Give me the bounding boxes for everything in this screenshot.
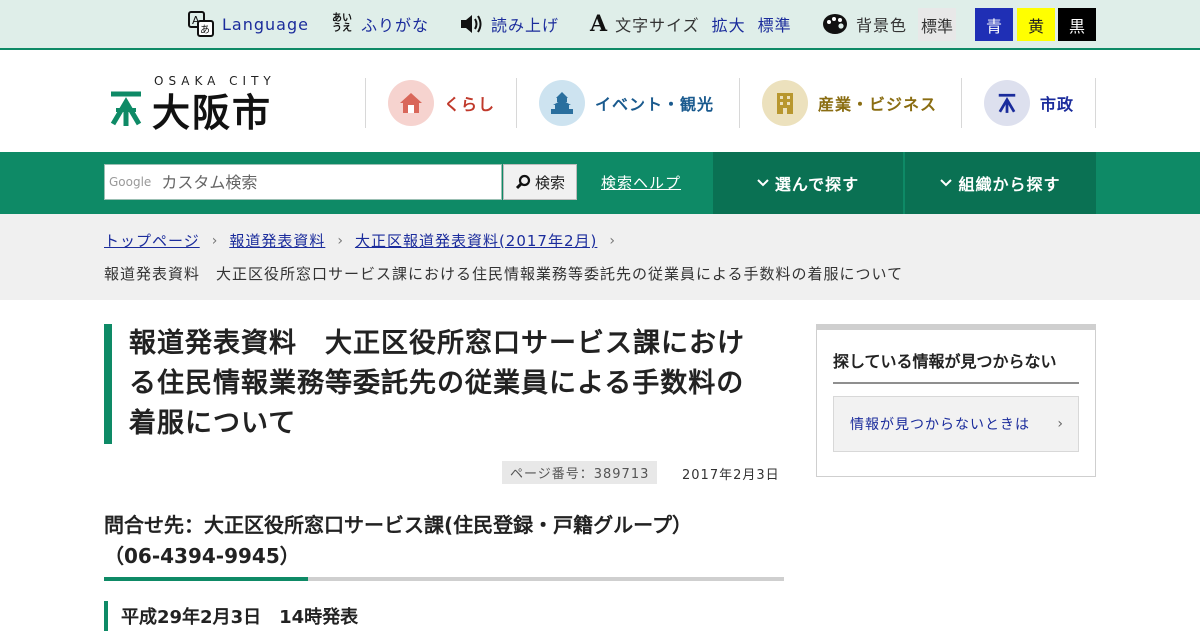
language-label: Language bbox=[222, 14, 309, 34]
breadcrumb-item-top[interactable]: トップページ bbox=[104, 230, 200, 251]
utility-bar: A あ Language あい うえ ふりがな 読み上げ A 文字サイズ 拡大 … bbox=[0, 0, 1200, 50]
read-aloud-label: 読み上げ bbox=[491, 16, 560, 35]
search-button-label: 検索 bbox=[534, 173, 565, 192]
not-found-sidebar: 探している情報が見つからない 情報が見つからないときは › bbox=[816, 324, 1096, 477]
chevron-right-icon: › bbox=[211, 232, 218, 249]
publish-date: 2017年2月3日 bbox=[682, 468, 780, 483]
nav-city-government[interactable]: 市政 bbox=[984, 78, 1074, 128]
google-label: Google bbox=[109, 175, 152, 189]
nav-kurashi[interactable]: くらし bbox=[388, 78, 495, 128]
city-emblem-icon bbox=[984, 80, 1030, 126]
nav-divider bbox=[961, 78, 962, 128]
nav-divider bbox=[1095, 78, 1096, 128]
osaka-city-emblem-icon bbox=[108, 88, 144, 132]
palette-icon bbox=[822, 13, 848, 35]
chevron-right-icon: › bbox=[609, 232, 615, 249]
breadcrumb-item-press[interactable]: 報道発表資料 bbox=[229, 230, 325, 251]
contact-heading: 問合せ先：大正区役所窓口サービス課(住民登録・戸籍グループ） （06-4394-… bbox=[104, 510, 784, 572]
background-color-control: 背景色 bbox=[822, 0, 907, 48]
castle-icon bbox=[539, 80, 585, 126]
breadcrumb-item-taisho-press[interactable]: 大正区報道発表資料(2017年2月) bbox=[355, 230, 597, 251]
page-title: 報道発表資料 大正区役所窓口サービス課におけ る住民情報業務等委託先の従業員によ… bbox=[129, 324, 784, 444]
site-logo[interactable]: OSAKA CITY 大阪市 bbox=[106, 74, 291, 135]
search-input[interactable] bbox=[161, 172, 501, 192]
bg-yellow-button[interactable]: 黄 bbox=[1017, 8, 1055, 41]
contact-phone: （06-4394-9945） bbox=[104, 544, 300, 568]
search-help-link[interactable]: 検索ヘルプ bbox=[601, 172, 681, 193]
font-size-label: 文字サイズ bbox=[615, 16, 700, 35]
chevron-down-icon bbox=[940, 179, 953, 187]
furigana-icon: あい うえ bbox=[332, 13, 352, 34]
background-color-label: 背景色 bbox=[856, 16, 908, 35]
building-icon bbox=[762, 80, 808, 126]
page-title-line: る住民情報業務等委託先の従業員による手数料の bbox=[129, 368, 745, 399]
house-icon bbox=[388, 80, 434, 126]
choose-search-dropdown[interactable]: 選んで探す bbox=[713, 152, 903, 214]
page-title-line: 報道発表資料 大正区役所窓口サービス課におけ bbox=[129, 328, 745, 359]
svg-text:あ: あ bbox=[200, 24, 210, 36]
nav-divider bbox=[739, 78, 740, 128]
nav-divider bbox=[516, 78, 517, 128]
heading-underline-accent bbox=[104, 577, 308, 581]
language-button[interactable]: A あ Language bbox=[188, 0, 309, 48]
search-icon bbox=[515, 174, 531, 190]
furigana-label: ふりがな bbox=[361, 16, 430, 35]
nav-events-tourism-label: イベント・観光 bbox=[595, 95, 715, 114]
font-size-icon: A bbox=[590, 11, 608, 37]
chevron-right-icon: › bbox=[337, 232, 343, 249]
font-size-standard-button[interactable]: 標準 bbox=[758, 12, 792, 36]
breadcrumb-current: 報道発表資料 大正区役所窓口サービス課における住民情報業務等委託先の従業員による… bbox=[104, 265, 904, 283]
breadcrumb-trail: トップページ › 報道発表資料 › 大正区報道発表資料(2017年2月) › bbox=[104, 230, 627, 251]
language-icon: A あ bbox=[188, 11, 214, 37]
furigana-button[interactable]: あい うえ ふりがな bbox=[331, 0, 429, 48]
font-size-control: A 文字サイズ 拡大 標準 bbox=[590, 0, 792, 48]
page-title-block: 報道発表資料 大正区役所窓口サービス課におけ る住民情報業務等委託先の従業員によ… bbox=[104, 324, 784, 444]
nav-city-government-label: 市政 bbox=[1040, 95, 1075, 114]
nav-kurashi-label: くらし bbox=[444, 95, 496, 114]
sidebar-title: 探している情報が見つからない bbox=[833, 348, 1079, 384]
search-button[interactable]: 検索 bbox=[503, 164, 577, 200]
contact-line: 問合せ先：大正区役所窓口サービス課(住民登録・戸籍グループ） bbox=[104, 513, 692, 537]
font-size-enlarge-button[interactable]: 拡大 bbox=[712, 12, 746, 36]
nav-industry-business-label: 産業・ビジネス bbox=[818, 95, 938, 114]
breadcrumb: トップページ › 報道発表資料 › 大正区報道発表資料(2017年2月) › 報… bbox=[0, 214, 1200, 300]
not-found-help-link[interactable]: 情報が見つからないときは › bbox=[833, 396, 1079, 452]
search-bar: Google 検索 検索ヘルプ 選んで探す 組織から探す bbox=[0, 152, 1200, 214]
bg-standard-button[interactable]: 標準 bbox=[918, 8, 956, 41]
release-heading: 平成29年2月3日 14時発表 bbox=[104, 601, 358, 631]
page-title-line: 着服について bbox=[129, 408, 297, 439]
speaker-icon bbox=[459, 13, 483, 35]
chevron-down-icon bbox=[757, 179, 769, 187]
not-found-help-label: 情報が見つからないときは bbox=[850, 417, 1030, 433]
choose-search-label: 選んで探す bbox=[774, 175, 860, 194]
heading-underline bbox=[104, 577, 784, 581]
chevron-right-icon: › bbox=[1057, 416, 1064, 432]
bg-black-button[interactable]: 黒 bbox=[1058, 8, 1096, 41]
nav-divider bbox=[365, 78, 366, 128]
page-number-badge: ページ番号：389713 bbox=[502, 461, 658, 484]
read-aloud-button[interactable]: 読み上げ bbox=[459, 0, 559, 48]
search-box: Google bbox=[104, 164, 502, 200]
nav-industry-business[interactable]: 産業・ビジネス bbox=[762, 78, 937, 128]
bg-blue-button[interactable]: 青 bbox=[975, 8, 1013, 41]
organization-search-label: 組織から探す bbox=[958, 175, 1061, 194]
logo-japanese: 大阪市 bbox=[152, 91, 273, 135]
nav-events-tourism[interactable]: イベント・観光 bbox=[539, 78, 714, 128]
organization-search-dropdown[interactable]: 組織から探す bbox=[905, 152, 1096, 214]
